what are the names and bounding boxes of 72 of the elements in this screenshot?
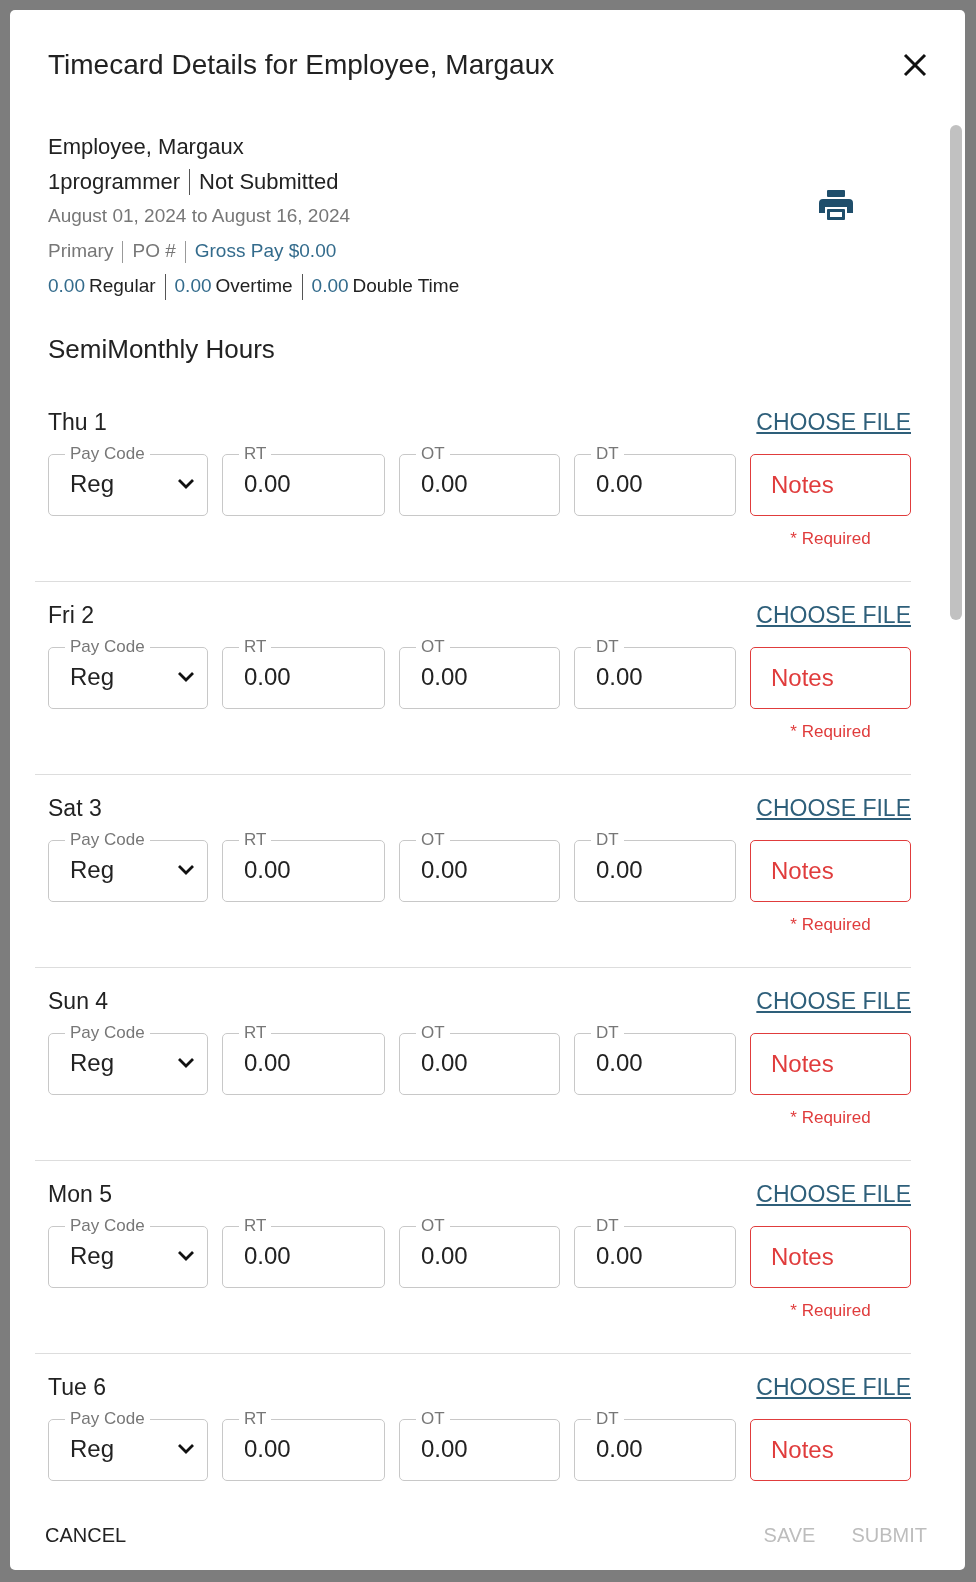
pay-code-select[interactable]: Pay Code Reg [48, 1218, 208, 1289]
status-text: Not Submitted [199, 168, 339, 196]
scrollbar[interactable] [950, 125, 962, 620]
hours-field[interactable]: DT 0.00 [574, 1025, 736, 1096]
error-message: * Required [789, 529, 872, 550]
chevron-down-icon [177, 477, 195, 490]
day-label: Thu 1 [48, 407, 107, 437]
hours-field[interactable]: DT 0.00 [574, 446, 736, 517]
pay-code-select[interactable]: Pay Code Reg [48, 1411, 208, 1482]
hours-field[interactable]: RT 0.00 [222, 446, 385, 517]
choose-file-link[interactable]: CHOOSE FILE [756, 790, 911, 826]
choose-file-link[interactable]: CHOOSE FILE [756, 1369, 911, 1405]
hours-type: Double Time [352, 274, 460, 299]
notes-field[interactable]: Notes [750, 840, 911, 903]
hours-type: Regular [89, 274, 156, 299]
chevron-down-icon [177, 670, 195, 683]
print-icon[interactable] [819, 190, 853, 220]
close-icon[interactable] [903, 53, 927, 78]
detail-text: Gross Pay $0.00 [194, 239, 337, 264]
chevron-down-icon [177, 1056, 195, 1069]
hours-type: Overtime [215, 274, 293, 299]
chevron-down-icon [177, 1249, 195, 1262]
chevron-down-icon [177, 863, 195, 876]
hours-field[interactable]: DT 0.00 [574, 1218, 736, 1289]
choose-file-link[interactable]: CHOOSE FILE [756, 1176, 911, 1212]
hours-field[interactable]: RT 0.00 [222, 1025, 385, 1096]
notes-field[interactable]: Notes [750, 1033, 911, 1096]
hours-amount: 0.00 [48, 274, 85, 299]
pay-code-select[interactable]: Pay Code Reg [48, 1025, 208, 1096]
hours-field[interactable]: OT 0.00 [399, 639, 560, 710]
detail-text: PO # [132, 239, 176, 264]
error-message: * Required [789, 722, 872, 743]
choose-file-link[interactable]: CHOOSE FILE [756, 983, 911, 1019]
dialog-title: Timecard Details for Employee, Margaux [48, 48, 555, 82]
hours-field[interactable]: RT 0.00 [222, 832, 385, 903]
choose-file-link[interactable]: CHOOSE FILE [756, 404, 911, 440]
hours-field[interactable]: OT 0.00 [399, 1218, 560, 1289]
hours-field[interactable]: OT 0.00 [399, 1411, 560, 1482]
hours-field[interactable]: DT 0.00 [574, 1411, 736, 1482]
day-label: Sat 3 [48, 793, 102, 823]
notes-field[interactable]: Notes [750, 454, 911, 517]
error-message: * Required [789, 915, 872, 936]
hours-field[interactable]: OT 0.00 [399, 446, 560, 517]
hours-amount: 0.00 [174, 274, 212, 299]
hours-amount: 0.00 [311, 274, 349, 299]
day-label: Sun 4 [48, 986, 109, 1016]
section-title: SemiMonthly Hours [47, 333, 276, 366]
footer-button[interactable]: CANCEL [35, 1516, 137, 1554]
hours-field[interactable]: RT 0.00 [222, 1218, 385, 1289]
choose-file-link[interactable]: CHOOSE FILE [756, 597, 911, 633]
pay-code-select[interactable]: Pay Code Reg [48, 832, 208, 903]
pay-code-select[interactable]: Pay Code Reg [48, 639, 208, 710]
hours-field[interactable]: OT 0.00 [399, 1025, 560, 1096]
pay-period: August 01, 2024 to August 16, 2024 [48, 204, 351, 229]
notes-field[interactable]: Notes [750, 647, 911, 710]
pay-code-select[interactable]: Pay Code Reg [48, 446, 208, 517]
error-message: * Required [789, 1301, 872, 1322]
notes-field[interactable]: Notes [750, 1226, 911, 1289]
hours-field[interactable]: DT 0.00 [574, 639, 736, 710]
position-text: 1programmer [48, 168, 181, 196]
hours-field[interactable]: RT 0.00 [222, 639, 385, 710]
employee-name: Employee, Margaux [48, 133, 244, 161]
day-label: Fri 2 [48, 600, 94, 630]
hours-field[interactable]: DT 0.00 [574, 832, 736, 903]
error-message: * Required [789, 1108, 872, 1129]
hours-field[interactable]: RT 0.00 [222, 1411, 385, 1482]
chevron-down-icon [177, 1442, 195, 1455]
day-label: Tue 6 [48, 1372, 106, 1402]
detail-text: Primary [48, 239, 114, 264]
hours-field[interactable]: OT 0.00 [399, 832, 560, 903]
notes-field[interactable]: Notes [750, 1419, 911, 1482]
day-label: Mon 5 [48, 1179, 112, 1209]
